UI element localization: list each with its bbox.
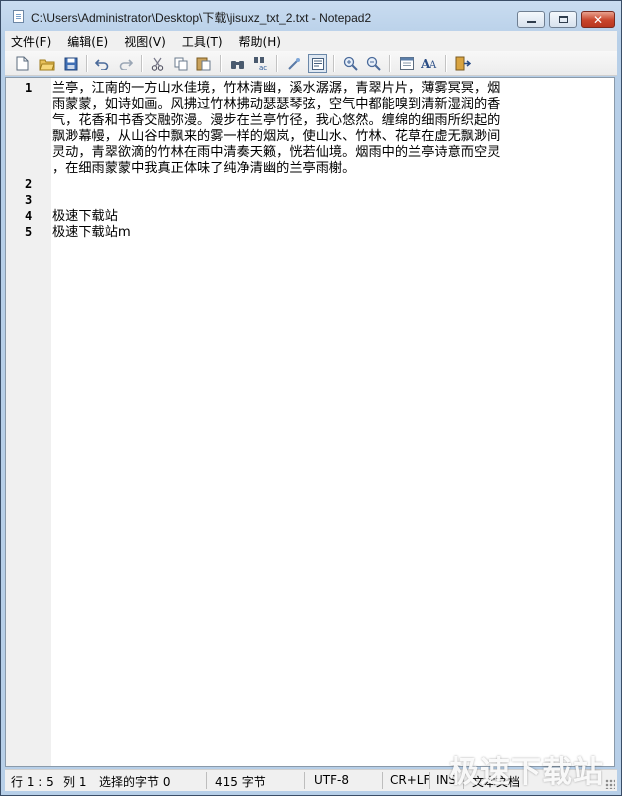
resize-grip[interactable] xyxy=(605,779,615,789)
toolbar-separator xyxy=(141,55,143,72)
status-size: 415 字节 xyxy=(215,775,266,789)
new-file-icon[interactable] xyxy=(13,54,32,73)
watermark-logo: 极速下载站 xyxy=(449,755,604,790)
toolbar-separator xyxy=(86,55,88,72)
minimize-icon xyxy=(526,21,536,23)
toolbar-separator xyxy=(220,55,222,72)
line-number: 1 xyxy=(25,81,33,95)
cut-icon[interactable] xyxy=(148,54,167,73)
text-line: 雨蒙蒙，如诗如画。风拂过竹林拂动瑟瑟琴弦，空气中都能嗅到清新湿润的香 xyxy=(52,97,501,112)
text-line: 灵动，青翠欲滴的竹林在雨中清奏天籁，恍若仙境。烟雨中的兰亭诗意而空灵 xyxy=(52,145,501,160)
window-title: C:\Users\Administrator\Desktop\下载\jisuxz… xyxy=(31,11,372,25)
find-icon[interactable] xyxy=(228,54,247,73)
status-line-ending[interactable]: CR+LF xyxy=(390,773,430,787)
text-line: 极速下载站m xyxy=(52,225,131,240)
minimize-button[interactable] xyxy=(517,11,545,28)
status-selection: 选择的字节 0 xyxy=(99,775,171,789)
status-divider xyxy=(429,772,430,789)
svg-text:ac: ac xyxy=(259,64,267,71)
close-icon: ✕ xyxy=(592,12,604,27)
word-wrap-icon[interactable] xyxy=(285,54,304,73)
status-divider xyxy=(304,772,305,789)
text-line: ，在细雨蒙蒙中我真正体味了纯净清幽的兰亭雨榭。 xyxy=(52,161,356,176)
save-icon[interactable] xyxy=(61,54,80,73)
maximize-button[interactable] xyxy=(549,11,577,28)
close-button[interactable]: ✕ xyxy=(581,11,615,28)
svg-text:A: A xyxy=(428,60,437,71)
status-divider xyxy=(382,772,383,789)
status-encoding[interactable]: UTF-8 xyxy=(314,773,349,787)
line-number: 3 xyxy=(25,193,33,207)
font-icon[interactable]: AA xyxy=(420,54,439,73)
text-line: 极速下载站 xyxy=(52,209,118,224)
menu-edit[interactable]: 编辑(E) xyxy=(61,33,114,50)
copy-icon[interactable] xyxy=(171,54,190,73)
menu-bar: 文件(F) 编辑(E) 视图(V) 工具(T) 帮助(H) xyxy=(5,31,617,51)
menu-view[interactable]: 视图(V) xyxy=(118,33,172,50)
line-number: 2 xyxy=(25,177,33,191)
view-toggle-icon[interactable] xyxy=(308,54,327,73)
status-column: 列 1 xyxy=(63,775,87,789)
status-position: 行 1 : 5 xyxy=(11,775,54,789)
toolbar-separator xyxy=(445,55,447,72)
menu-file[interactable]: 文件(F) xyxy=(5,33,57,50)
exit-icon[interactable] xyxy=(453,54,472,73)
menu-help[interactable]: 帮助(H) xyxy=(233,33,287,50)
replace-icon[interactable]: ac xyxy=(251,54,270,73)
redo-icon[interactable] xyxy=(116,54,135,73)
maximize-icon xyxy=(558,16,568,23)
undo-icon[interactable] xyxy=(92,54,111,73)
paste-icon[interactable] xyxy=(194,54,213,73)
text-editor[interactable]: 1 兰亭，江南的一方山水佳境，竹林清幽，溪水潺潺，青翠片片，薄雾冥冥，烟 雨蒙蒙… xyxy=(5,77,615,767)
line-number: 4 xyxy=(25,209,33,223)
zoom-in-icon[interactable] xyxy=(341,54,360,73)
title-bar[interactable]: C:\Users\Administrator\Desktop\下载\jisuxz… xyxy=(1,1,621,31)
toolbar-separator xyxy=(389,55,391,72)
scheme-icon[interactable] xyxy=(397,54,416,73)
text-line: 气，花香和书香交融弥漫。漫步在兰亭竹径，我心悠然。缠绵的细雨所织起的 xyxy=(52,113,501,128)
notepad-app-icon xyxy=(13,10,24,23)
text-line: 兰亭，江南的一方山水佳境，竹林清幽，溪水潺潺，青翠片片，薄雾冥冥，烟 xyxy=(52,81,501,96)
line-number: 5 xyxy=(25,225,33,239)
notepad2-window: C:\Users\Administrator\Desktop\下载\jisuxz… xyxy=(0,0,622,796)
status-divider xyxy=(206,772,207,789)
toolbar-separator xyxy=(276,55,278,72)
toolbar-separator xyxy=(333,55,335,72)
open-folder-icon[interactable] xyxy=(37,54,56,73)
menu-tools[interactable]: 工具(T) xyxy=(176,33,229,50)
text-line: 飘渺幕幔，从山谷中飘来的雾一样的烟岚，使山水、竹林、花草在虚无飘渺间 xyxy=(52,129,501,144)
zoom-out-icon[interactable] xyxy=(364,54,383,73)
toolbar: ac AA xyxy=(5,51,617,76)
